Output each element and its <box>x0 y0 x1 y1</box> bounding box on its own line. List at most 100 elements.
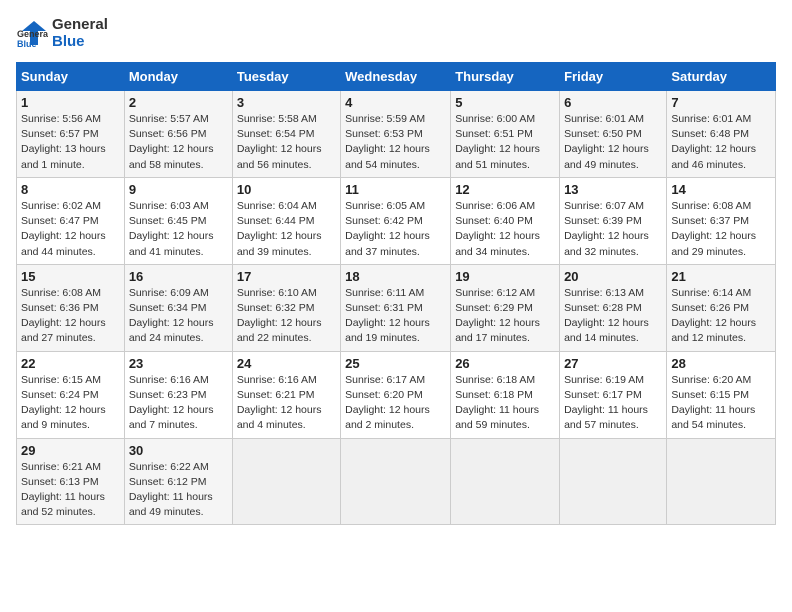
calendar-cell: 4 Sunrise: 5:59 AM Sunset: 6:53 PM Daylig… <box>341 91 451 178</box>
day-info: Sunrise: 6:11 AM Sunset: 6:31 PM Dayligh… <box>345 286 446 347</box>
calendar-cell: 18Sunrise: 6:11 AM Sunset: 6:31 PM Dayli… <box>341 264 451 351</box>
day-info: Sunrise: 6:07 AM Sunset: 6:39 PM Dayligh… <box>564 199 662 260</box>
calendar-cell <box>341 438 451 525</box>
day-number: 4 <box>345 95 446 110</box>
page-header: General Blue General Blue <box>16 16 776 50</box>
day-info: Sunrise: 6:22 AM Sunset: 6:12 PM Dayligh… <box>129 460 228 521</box>
calendar-cell: 29 Sunrise: 6:21 AM Sunset: 6:13 PM Dayli… <box>17 438 125 525</box>
calendar-cell: 28Sunrise: 6:20 AM Sunset: 6:15 PM Dayli… <box>667 351 776 438</box>
day-number: 22 <box>21 356 120 371</box>
day-number: 6 <box>564 95 662 110</box>
logo-icon: General Blue <box>16 17 48 49</box>
logo-blue: Blue <box>52 33 108 50</box>
col-thursday: Thursday <box>451 63 560 91</box>
day-info: Sunrise: 5:56 AM Sunset: 6:57 PM Dayligh… <box>21 112 120 173</box>
day-info: Sunrise: 6:10 AM Sunset: 6:32 PM Dayligh… <box>237 286 336 347</box>
day-number: 25 <box>345 356 446 371</box>
calendar-cell: 27Sunrise: 6:19 AM Sunset: 6:17 PM Dayli… <box>560 351 667 438</box>
day-number: 1 <box>21 95 120 110</box>
calendar-cell: 24 Sunrise: 6:16 AM Sunset: 6:21 PM Dayli… <box>232 351 340 438</box>
calendar-cell: 9 Sunrise: 6:03 AM Sunset: 6:45 PM Daylig… <box>124 177 232 264</box>
calendar-cell: 19 Sunrise: 6:12 AM Sunset: 6:29 PM Dayli… <box>451 264 560 351</box>
calendar-cell: 22 Sunrise: 6:15 AM Sunset: 6:24 PM Dayli… <box>17 351 125 438</box>
calendar-cell: 16Sunrise: 6:09 AM Sunset: 6:34 PM Dayli… <box>124 264 232 351</box>
day-info: Sunrise: 6:20 AM Sunset: 6:15 PM Dayligh… <box>671 373 771 434</box>
day-info: Sunrise: 6:08 AM Sunset: 6:37 PM Dayligh… <box>671 199 771 260</box>
day-info: Sunrise: 6:21 AM Sunset: 6:13 PM Dayligh… <box>21 460 120 521</box>
calendar-cell: 6 Sunrise: 6:01 AM Sunset: 6:50 PM Daylig… <box>560 91 667 178</box>
calendar-cell: 21Sunrise: 6:14 AM Sunset: 6:26 PM Dayli… <box>667 264 776 351</box>
day-number: 10 <box>237 182 336 197</box>
calendar-cell: 15 Sunrise: 6:08 AM Sunset: 6:36 PM Dayli… <box>17 264 125 351</box>
day-number: 27 <box>564 356 662 371</box>
calendar-cell: 14 Sunrise: 6:08 AM Sunset: 6:37 PM Dayli… <box>667 177 776 264</box>
calendar-cell: 2 Sunrise: 5:57 AM Sunset: 6:56 PM Daylig… <box>124 91 232 178</box>
day-number: 23 <box>129 356 228 371</box>
day-info: Sunrise: 6:16 AM Sunset: 6:21 PM Dayligh… <box>237 373 336 434</box>
day-info: Sunrise: 5:58 AM Sunset: 6:54 PM Dayligh… <box>237 112 336 173</box>
day-number: 12 <box>455 182 555 197</box>
day-info: Sunrise: 6:14 AM Sunset: 6:26 PM Dayligh… <box>671 286 771 347</box>
col-sunday: Sunday <box>17 63 125 91</box>
day-number: 9 <box>129 182 228 197</box>
day-number: 15 <box>21 269 120 284</box>
day-number: 3 <box>237 95 336 110</box>
day-info: Sunrise: 6:03 AM Sunset: 6:45 PM Dayligh… <box>129 199 228 260</box>
day-info: Sunrise: 6:13 AM Sunset: 6:28 PM Dayligh… <box>564 286 662 347</box>
day-info: Sunrise: 6:16 AM Sunset: 6:23 PM Dayligh… <box>129 373 228 434</box>
day-info: Sunrise: 6:17 AM Sunset: 6:20 PM Dayligh… <box>345 373 446 434</box>
day-number: 8 <box>21 182 120 197</box>
calendar-cell: 25 Sunrise: 6:17 AM Sunset: 6:20 PM Dayli… <box>341 351 451 438</box>
svg-text:General: General <box>17 29 48 39</box>
calendar-table: SundayMondayTuesdayWednesdayThursdayFrid… <box>16 62 776 525</box>
day-info: Sunrise: 6:02 AM Sunset: 6:47 PM Dayligh… <box>21 199 120 260</box>
day-info: Sunrise: 5:59 AM Sunset: 6:53 PM Dayligh… <box>345 112 446 173</box>
day-number: 19 <box>455 269 555 284</box>
day-info: Sunrise: 6:05 AM Sunset: 6:42 PM Dayligh… <box>345 199 446 260</box>
day-info: Sunrise: 5:57 AM Sunset: 6:56 PM Dayligh… <box>129 112 228 173</box>
calendar-header: SundayMondayTuesdayWednesdayThursdayFrid… <box>17 63 776 91</box>
day-number: 29 <box>21 443 120 458</box>
svg-text:Blue: Blue <box>17 39 37 49</box>
day-info: Sunrise: 6:00 AM Sunset: 6:51 PM Dayligh… <box>455 112 555 173</box>
day-number: 20 <box>564 269 662 284</box>
day-number: 5 <box>455 95 555 110</box>
calendar-cell: 26Sunrise: 6:18 AM Sunset: 6:18 PM Dayli… <box>451 351 560 438</box>
calendar-cell: 20 Sunrise: 6:13 AM Sunset: 6:28 PM Dayli… <box>560 264 667 351</box>
calendar-cell: 12 Sunrise: 6:06 AM Sunset: 6:40 PM Dayli… <box>451 177 560 264</box>
calendar-cell: 8 Sunrise: 6:02 AM Sunset: 6:47 PM Daylig… <box>17 177 125 264</box>
day-number: 24 <box>237 356 336 371</box>
calendar-cell <box>232 438 340 525</box>
day-info: Sunrise: 6:12 AM Sunset: 6:29 PM Dayligh… <box>455 286 555 347</box>
calendar-cell: 1 Sunrise: 5:56 AM Sunset: 6:57 PM Daylig… <box>17 91 125 178</box>
day-number: 13 <box>564 182 662 197</box>
day-number: 14 <box>671 182 771 197</box>
col-saturday: Saturday <box>667 63 776 91</box>
day-number: 7 <box>671 95 771 110</box>
day-info: Sunrise: 6:15 AM Sunset: 6:24 PM Dayligh… <box>21 373 120 434</box>
col-friday: Friday <box>560 63 667 91</box>
calendar-cell: 7Sunrise: 6:01 AM Sunset: 6:48 PM Daylig… <box>667 91 776 178</box>
day-number: 30 <box>129 443 228 458</box>
calendar-cell <box>451 438 560 525</box>
day-info: Sunrise: 6:08 AM Sunset: 6:36 PM Dayligh… <box>21 286 120 347</box>
calendar-cell <box>560 438 667 525</box>
day-info: Sunrise: 6:01 AM Sunset: 6:50 PM Dayligh… <box>564 112 662 173</box>
day-info: Sunrise: 6:18 AM Sunset: 6:18 PM Dayligh… <box>455 373 555 434</box>
day-number: 11 <box>345 182 446 197</box>
day-info: Sunrise: 6:09 AM Sunset: 6:34 PM Dayligh… <box>129 286 228 347</box>
calendar-cell: 3 Sunrise: 5:58 AM Sunset: 6:54 PM Daylig… <box>232 91 340 178</box>
col-monday: Monday <box>124 63 232 91</box>
col-tuesday: Tuesday <box>232 63 340 91</box>
logo: General Blue General Blue <box>16 16 108 50</box>
calendar-cell: 13 Sunrise: 6:07 AM Sunset: 6:39 PM Dayli… <box>560 177 667 264</box>
logo-general: General <box>52 16 108 33</box>
calendar-cell: 23 Sunrise: 6:16 AM Sunset: 6:23 PM Dayli… <box>124 351 232 438</box>
day-info: Sunrise: 6:06 AM Sunset: 6:40 PM Dayligh… <box>455 199 555 260</box>
calendar-cell: 11 Sunrise: 6:05 AM Sunset: 6:42 PM Dayli… <box>341 177 451 264</box>
calendar-cell <box>667 438 776 525</box>
day-info: Sunrise: 6:04 AM Sunset: 6:44 PM Dayligh… <box>237 199 336 260</box>
day-number: 2 <box>129 95 228 110</box>
col-wednesday: Wednesday <box>341 63 451 91</box>
calendar-cell: 10 Sunrise: 6:04 AM Sunset: 6:44 PM Dayli… <box>232 177 340 264</box>
